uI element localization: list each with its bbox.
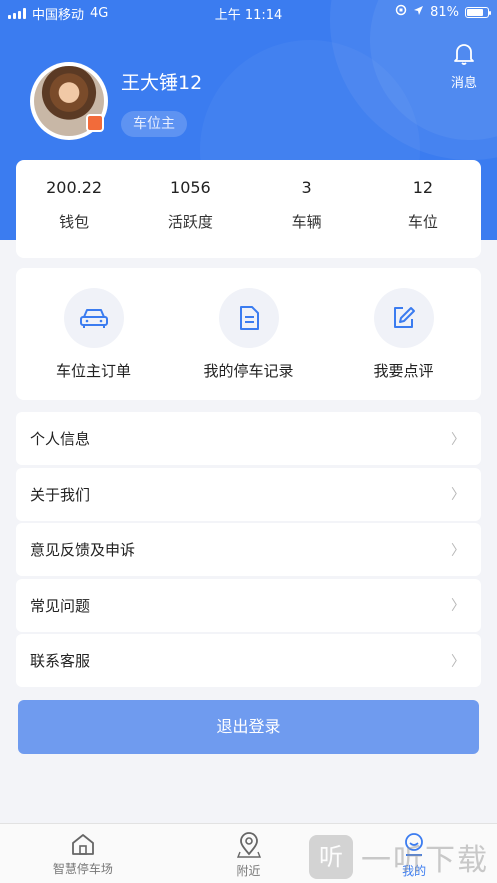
menu-item-about-us[interactable]: 关于我们 〉 (16, 467, 481, 521)
action-label: 我要点评 (373, 362, 434, 380)
stat-value: 200.22 (46, 178, 103, 197)
tab-label: 智慧停车场 (52, 862, 113, 876)
stat-vehicles[interactable]: 3 车辆 (249, 160, 365, 258)
menu-item-feedback[interactable]: 意见反馈及申诉 〉 (16, 523, 481, 576)
avatar[interactable] (30, 62, 108, 140)
battery-percent: 81% (430, 4, 459, 20)
car-icon (63, 288, 124, 348)
stat-label: 车位 (407, 213, 438, 231)
menu-item-label: 关于我们 (30, 485, 91, 504)
menu-item-personal-info[interactable]: 个人信息 〉 (16, 412, 481, 465)
menu-item-label: 意见反馈及申诉 (30, 541, 136, 559)
chevron-right-icon: 〉 (451, 431, 465, 448)
chevron-right-icon: 〉 (451, 598, 465, 614)
role-badge: 车位主 (121, 111, 187, 137)
quick-actions: 车位主订单 我的停车记录 我要点评 (16, 268, 481, 400)
menu-item-label: 联系客服 (30, 652, 91, 670)
stat-label: 钱包 (59, 213, 90, 231)
watermark-text: 一听下载 (361, 843, 489, 878)
profile-screen: 中国移动 4G 上午 11:14 81% 消息 王大锤12 车位主 200.22… (0, 0, 497, 883)
menu-item-label: 个人信息 (30, 430, 91, 448)
stat-value: 1056 (170, 178, 211, 197)
location-arrow-icon (413, 5, 424, 20)
status-bar: 中国移动 4G 上午 11:14 81% (0, 0, 497, 24)
chevron-right-icon: 〉 (451, 542, 465, 559)
message-label: 消息 (450, 76, 477, 91)
chevron-right-icon: 〉 (451, 487, 465, 503)
avatar-badge (86, 114, 104, 132)
logout-button[interactable]: 退出登录 (18, 700, 479, 754)
bell-icon (453, 44, 475, 70)
stat-label: 活跃度 (167, 213, 213, 231)
tab-smart-parking[interactable]: 智慧停车场 (0, 824, 166, 883)
username: 王大锤12 (121, 72, 203, 94)
menu-item-label: 常见问题 (30, 596, 91, 615)
message-button[interactable]: 消息 (447, 42, 481, 91)
chevron-right-icon: 〉 (451, 653, 465, 670)
stat-activity[interactable]: 1056 活跃度 (132, 160, 248, 258)
menu-item-contact-support[interactable]: 联系客服 〉 (16, 634, 481, 687)
parking-records-button[interactable]: 我的停车记录 (171, 268, 326, 400)
stat-parking-spaces[interactable]: 12 车位 (365, 160, 481, 258)
battery-icon (465, 6, 491, 18)
write-review-button[interactable]: 我要点评 (326, 268, 481, 400)
tab-label: 附近 (236, 864, 261, 878)
settings-menu: 个人信息 〉 关于我们 〉 意见反馈及申诉 〉 常见问题 〉 联系客服 〉 (16, 412, 481, 690)
watermark: 听 一听下载 (309, 835, 489, 879)
action-label: 车位主订单 (55, 362, 131, 380)
stat-value: 3 (301, 178, 312, 197)
edit-icon (373, 288, 434, 348)
stat-label: 车辆 (291, 213, 322, 231)
menu-item-faq[interactable]: 常见问题 〉 (16, 578, 481, 632)
location-icon (236, 832, 262, 861)
tab-nearby[interactable]: 附近 (166, 824, 332, 883)
action-label: 我的停车记录 (203, 362, 294, 380)
home-icon (70, 834, 96, 859)
rotation-lock-icon (395, 4, 407, 20)
stat-value: 12 (412, 178, 434, 197)
stats-card: 200.22 钱包 1056 活跃度 3 车辆 12 车位 (16, 160, 481, 258)
document-icon (218, 288, 279, 348)
stat-wallet[interactable]: 200.22 钱包 (16, 160, 132, 258)
owner-orders-button[interactable]: 车位主订单 (16, 268, 171, 400)
watermark-logo: 听 (309, 835, 353, 879)
